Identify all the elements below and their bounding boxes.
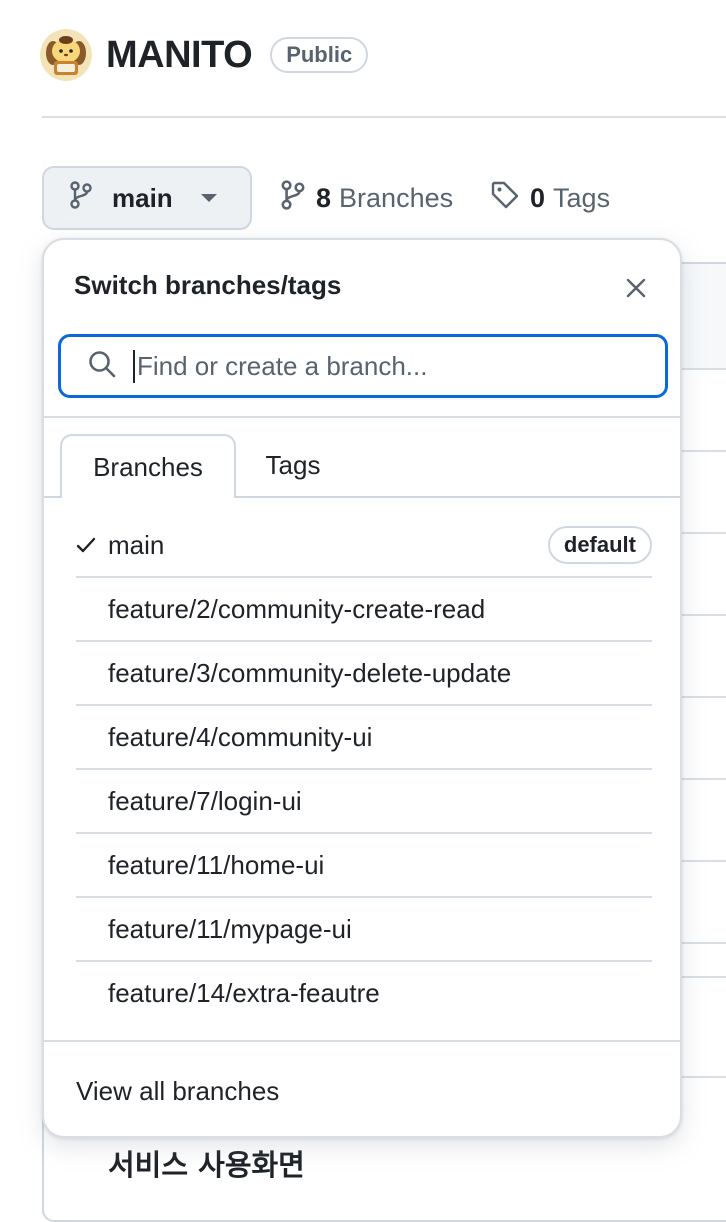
branch-item[interactable]: feature/14/extra-feautre [76, 962, 652, 1024]
close-icon [626, 278, 646, 298]
branch-item[interactable]: feature/3/community-delete-update [76, 642, 652, 706]
branches-link[interactable]: 8 Branches [280, 176, 453, 220]
view-all-branches-link[interactable]: View all branches [76, 1076, 279, 1107]
branch-name: feature/11/mypage-ui [108, 913, 352, 944]
tags-count: 0 [530, 182, 546, 213]
tags-link[interactable]: 0 Tags [490, 176, 610, 220]
search-icon [87, 349, 117, 384]
branch-name: feature/7/login-ui [108, 785, 302, 816]
footer-divider [44, 1040, 680, 1042]
tab-tags[interactable]: Tags [260, 434, 326, 496]
branch-item[interactable]: feature/2/community-create-read [76, 578, 652, 642]
readme-heading: 서비스 사용화면 [108, 1148, 305, 1182]
branch-item-main[interactable]: main default [76, 514, 652, 578]
branch-switcher-dropdown: Switch branches/tags Branches Tags main [42, 238, 682, 1138]
branch-item[interactable]: feature/7/login-ui [76, 770, 652, 834]
header-divider [42, 116, 726, 118]
branch-search-box[interactable] [58, 334, 668, 398]
search-divider [44, 416, 680, 418]
current-branch-label: main [112, 182, 173, 213]
branch-tag-tabs: Branches Tags [60, 434, 680, 498]
git-branch-icon [70, 180, 92, 216]
repo-header: MANITO Public [40, 28, 369, 82]
dropdown-title: Switch branches/tags [74, 270, 342, 300]
branch-item[interactable]: feature/11/mypage-ui [76, 898, 652, 962]
branch-name: feature/2/community-create-read [108, 593, 486, 624]
branch-item[interactable]: feature/4/community-ui [76, 706, 652, 770]
branch-selector-button[interactable]: main [42, 166, 252, 230]
branches-label: Branches [339, 182, 454, 213]
branch-list: main default feature/2/community-create-… [76, 514, 652, 1024]
owner-avatar[interactable] [40, 29, 92, 81]
tags-label: Tags [553, 182, 611, 213]
branch-name: feature/14/extra-feautre [108, 977, 380, 1008]
git-branch-icon [280, 179, 306, 217]
branch-item[interactable]: feature/11/home-ui [76, 834, 652, 898]
visibility-badge: Public [270, 37, 369, 73]
tag-icon [490, 180, 520, 217]
branch-search-input[interactable] [133, 349, 659, 383]
repo-name[interactable]: MANITO [106, 34, 253, 77]
branch-name: feature/4/community-ui [108, 721, 373, 752]
chevron-down-icon [200, 194, 217, 202]
branch-name: feature/11/home-ui [108, 849, 325, 880]
branch-name: feature/3/community-delete-update [108, 657, 512, 688]
default-badge: default [547, 526, 652, 564]
tab-branches[interactable]: Branches [60, 434, 236, 498]
branches-count: 8 [316, 182, 332, 213]
close-button[interactable] [620, 272, 652, 304]
branch-name: main [108, 529, 165, 560]
check-icon [76, 537, 108, 553]
